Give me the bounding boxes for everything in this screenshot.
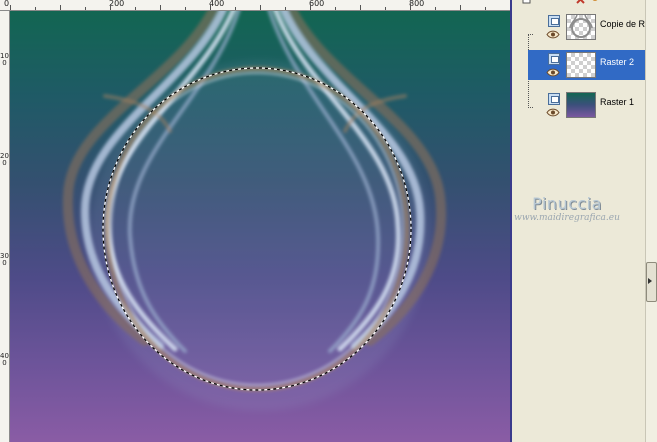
eye-icon[interactable] [546, 68, 560, 77]
layer-row-raster-2[interactable]: Raster 2 [528, 50, 645, 80]
layer-row-copie-de-raster-2[interactable]: Copie de Raster 2 [528, 12, 646, 42]
layer-thumbnail [566, 14, 596, 40]
delete-layer-icon[interactable] [576, 0, 586, 4]
ruler-label-v200: 200 [0, 152, 9, 167]
layer-name: Copie de Raster 2 [600, 19, 646, 29]
layer-name: Raster 2 [600, 57, 635, 67]
ruler-label-v300: 300 [0, 252, 9, 267]
layer-name: Raster 1 [600, 97, 635, 107]
canvas-artwork [62, 11, 447, 411]
raster-layer-icon [548, 15, 560, 27]
watermark-name: Pinuccia [532, 194, 602, 213]
layer-row-raster-1[interactable]: Raster 1 [528, 90, 645, 120]
ruler-label-v400: 400 [0, 352, 9, 367]
eye-icon[interactable] [546, 108, 560, 117]
layer-properties-icon[interactable] [590, 0, 600, 4]
raster-layer-icon [548, 53, 560, 65]
layer-thumbnail [566, 92, 596, 118]
expand-arrow-icon[interactable] [648, 278, 652, 284]
ruler-label-v100: 100 [0, 52, 9, 67]
watermark: Pinuccia www.maidiregrafica.eu [497, 195, 637, 224]
vertical-ruler[interactable]: 100 200 300 400 [0, 11, 10, 442]
layers-toolbar [518, 0, 657, 5]
ruler-ticks [10, 4, 486, 10]
watermark-url: www.maidiregrafica.eu [514, 213, 620, 223]
panel-scrollbar[interactable] [645, 0, 657, 442]
new-layer-icon[interactable] [522, 0, 532, 4]
eye-icon[interactable] [546, 30, 560, 39]
image-canvas[interactable] [10, 11, 510, 442]
layer-thumbnail [566, 52, 596, 78]
horizontal-ruler[interactable]: 0 200 400 600 800 [0, 0, 510, 11]
raster-layer-icon [548, 93, 560, 105]
